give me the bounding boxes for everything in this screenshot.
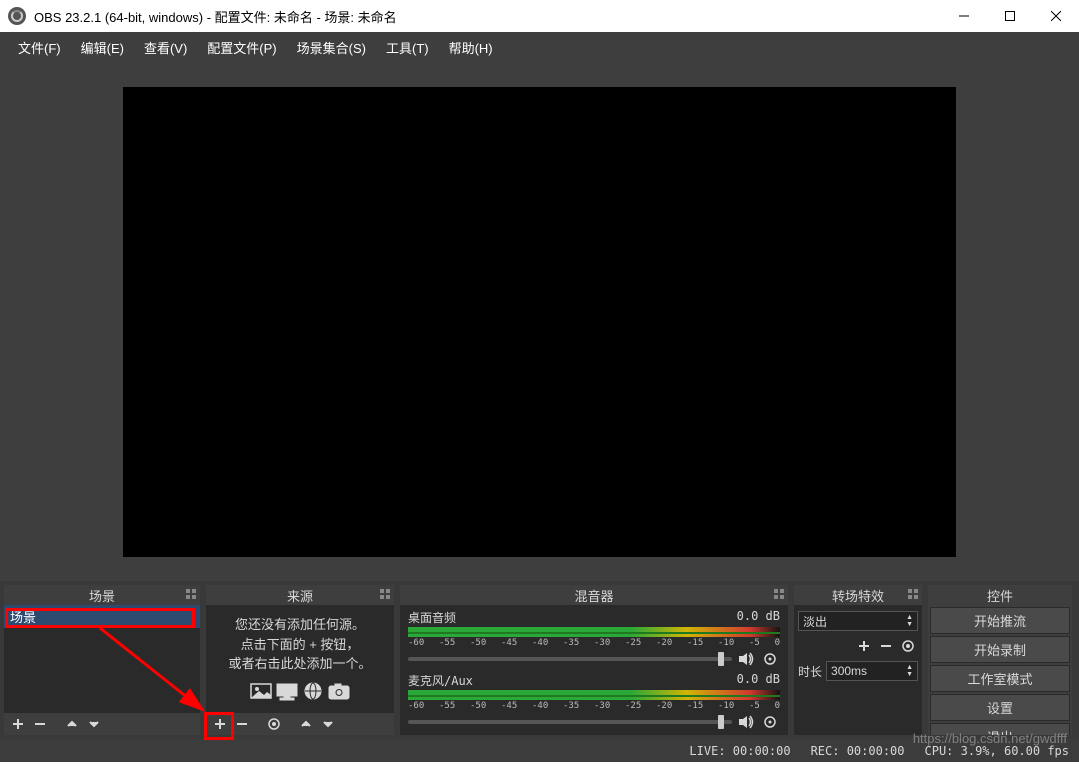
display-source-icon bbox=[275, 680, 299, 702]
dock-handle-icon[interactable] bbox=[774, 589, 784, 599]
add-transition-button[interactable] bbox=[854, 637, 874, 655]
preview-area bbox=[0, 62, 1079, 581]
sources-header: 来源 bbox=[206, 585, 394, 605]
camera-source-icon bbox=[327, 680, 351, 702]
menu-help[interactable]: 帮助(H) bbox=[439, 34, 503, 61]
status-rec: REC: 00:00:00 bbox=[811, 744, 905, 758]
channel-settings-button[interactable] bbox=[760, 650, 780, 668]
mute-button[interactable] bbox=[736, 650, 756, 668]
controls-header: 控件 bbox=[928, 585, 1072, 605]
channel-name: 麦克风/Aux bbox=[408, 672, 473, 689]
meter-scale: -60-55-50-45-40-35-30-25-20-15-10-50 bbox=[408, 701, 780, 711]
add-scene-button[interactable] bbox=[8, 715, 28, 733]
channel-db: 0.0 dB bbox=[737, 672, 780, 689]
menu-tools[interactable]: 工具(T) bbox=[376, 34, 439, 61]
add-source-button[interactable] bbox=[210, 715, 230, 733]
scenes-toolbar bbox=[4, 713, 200, 735]
start-recording-button[interactable]: 开始录制 bbox=[930, 636, 1070, 663]
source-settings-button[interactable] bbox=[264, 715, 284, 733]
mixer-title: 混音器 bbox=[574, 586, 613, 605]
remove-source-button[interactable] bbox=[232, 715, 252, 733]
app-icon bbox=[8, 7, 26, 25]
controls-title: 控件 bbox=[987, 586, 1013, 605]
dock-handle-icon[interactable] bbox=[380, 589, 390, 599]
scenes-header: 场景 bbox=[4, 585, 200, 605]
menu-bar: 文件(F) 编辑(E) 查看(V) 配置文件(P) 场景集合(S) 工具(T) … bbox=[0, 32, 1079, 62]
controls-dock: 控件 开始推流 开始录制 工作室模式 设置 退出 bbox=[928, 585, 1072, 735]
window-titlebar: OBS 23.2.1 (64-bit, windows) - 配置文件: 未命名… bbox=[0, 0, 1079, 32]
mixer-channel: 桌面音频 0.0 dB -60-55-50-45-40-35-30-25-20-… bbox=[408, 609, 780, 668]
maximize-button[interactable] bbox=[987, 0, 1033, 32]
duration-label: 时长 bbox=[798, 663, 822, 680]
source-up-button[interactable] bbox=[296, 715, 316, 733]
mixer-channel: 麦克风/Aux 0.0 dB -60-55-50-45-40-35-30-25-… bbox=[408, 672, 780, 731]
minimize-button[interactable] bbox=[941, 0, 987, 32]
transitions-title: 转场特效 bbox=[832, 586, 884, 605]
sources-empty-text: 点击下面的 + 按钮， bbox=[214, 635, 386, 655]
dock-handle-icon[interactable] bbox=[908, 589, 918, 599]
sources-empty-text: 或者右击此处添加一个。 bbox=[214, 654, 386, 674]
watermark: https://blog.csdn.net/gwdfff bbox=[913, 731, 1067, 746]
menu-file[interactable]: 文件(F) bbox=[8, 34, 71, 61]
scenes-dock: 场景 场景 bbox=[4, 585, 200, 735]
scene-item[interactable]: 场景 bbox=[4, 605, 200, 628]
status-live: LIVE: 00:00:00 bbox=[689, 744, 790, 758]
volume-slider[interactable] bbox=[408, 720, 732, 724]
sources-toolbar bbox=[206, 713, 394, 735]
window-title: OBS 23.2.1 (64-bit, windows) - 配置文件: 未命名… bbox=[34, 7, 941, 26]
mute-button[interactable] bbox=[736, 713, 756, 731]
dock-handle-icon[interactable] bbox=[186, 589, 196, 599]
transitions-dock: 转场特效 淡出 ▲▼ 时长 300ms ▲▼ bbox=[794, 585, 922, 735]
channel-name: 桌面音频 bbox=[408, 609, 456, 626]
transition-settings-button[interactable] bbox=[898, 637, 918, 655]
menu-view[interactable]: 查看(V) bbox=[134, 34, 197, 61]
scenes-title: 场景 bbox=[89, 586, 115, 605]
settings-button[interactable]: 设置 bbox=[930, 694, 1070, 721]
transitions-body: 淡出 ▲▼ 时长 300ms ▲▼ bbox=[794, 605, 922, 735]
docks-row: 场景 场景 来源 您还没有添加任何源。 点击下面的 + 按钮， 或者右击此处添加… bbox=[0, 581, 1079, 739]
sources-title: 来源 bbox=[287, 586, 313, 605]
volume-meter bbox=[408, 627, 780, 637]
scene-down-button[interactable] bbox=[84, 715, 104, 733]
channel-settings-button[interactable] bbox=[760, 713, 780, 731]
channel-db: 0.0 dB bbox=[737, 609, 780, 626]
start-streaming-button[interactable]: 开始推流 bbox=[930, 607, 1070, 634]
controls-body: 开始推流 开始录制 工作室模式 设置 退出 bbox=[928, 605, 1072, 735]
remove-transition-button[interactable] bbox=[876, 637, 896, 655]
transitions-header: 转场特效 bbox=[794, 585, 922, 605]
transition-select[interactable]: 淡出 ▲▼ bbox=[798, 611, 918, 631]
menu-scene-collection[interactable]: 场景集合(S) bbox=[287, 34, 376, 61]
mixer-header: 混音器 bbox=[400, 585, 788, 605]
source-down-button[interactable] bbox=[318, 715, 338, 733]
menu-edit[interactable]: 编辑(E) bbox=[71, 34, 134, 61]
preview-canvas[interactable] bbox=[123, 87, 956, 557]
close-button[interactable] bbox=[1033, 0, 1079, 32]
volume-meter bbox=[408, 690, 780, 700]
meter-scale: -60-55-50-45-40-35-30-25-20-15-10-50 bbox=[408, 638, 780, 648]
mixer-dock: 混音器 桌面音频 0.0 dB -60-55-50-45-40-35-30-25… bbox=[400, 585, 788, 735]
mixer-body: 桌面音频 0.0 dB -60-55-50-45-40-35-30-25-20-… bbox=[400, 605, 788, 735]
remove-scene-button[interactable] bbox=[30, 715, 50, 733]
browser-source-icon bbox=[301, 680, 325, 702]
image-source-icon bbox=[249, 680, 273, 702]
studio-mode-button[interactable]: 工作室模式 bbox=[930, 665, 1070, 692]
duration-spinbox[interactable]: 300ms ▲▼ bbox=[826, 661, 918, 681]
sources-dock: 来源 您还没有添加任何源。 点击下面的 + 按钮， 或者右击此处添加一个。 bbox=[206, 585, 394, 735]
menu-profile[interactable]: 配置文件(P) bbox=[197, 34, 286, 61]
sources-empty-text: 您还没有添加任何源。 bbox=[214, 615, 386, 635]
volume-slider[interactable] bbox=[408, 657, 732, 661]
scenes-list[interactable]: 场景 bbox=[4, 605, 200, 713]
sources-list[interactable]: 您还没有添加任何源。 点击下面的 + 按钮， 或者右击此处添加一个。 bbox=[206, 605, 394, 713]
scene-up-button[interactable] bbox=[62, 715, 82, 733]
